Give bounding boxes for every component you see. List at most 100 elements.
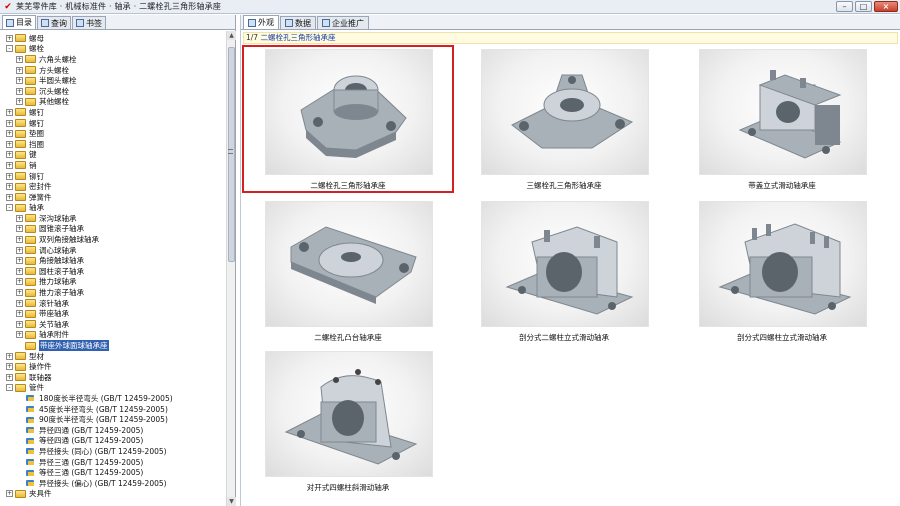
expand-icon[interactable]: + bbox=[6, 140, 13, 148]
tree-item[interactable]: + 圆柱滚子轴承 bbox=[0, 266, 226, 277]
tree-item[interactable]: + 推力球轴承 bbox=[0, 277, 226, 288]
expand-icon[interactable]: + bbox=[16, 55, 23, 63]
tree-scrollbar[interactable]: ▲ ▼ bbox=[226, 31, 236, 506]
expand-icon[interactable]: + bbox=[16, 214, 23, 222]
thumbnail-tile[interactable]: 带盖立式滑动轴承座 bbox=[677, 46, 887, 192]
tree-item[interactable]: + 螺钉 bbox=[0, 107, 226, 118]
expand-icon[interactable]: + bbox=[16, 310, 23, 318]
thumbnail-tile[interactable]: 对开式四螺柱斜滑动轴承 bbox=[243, 348, 453, 494]
expand-icon[interactable]: + bbox=[6, 108, 13, 116]
expand-icon[interactable]: + bbox=[6, 161, 13, 169]
expand-icon[interactable]: + bbox=[16, 299, 23, 307]
tree-item[interactable]: + 六角头螺栓 bbox=[0, 54, 226, 65]
expand-icon[interactable]: + bbox=[16, 87, 23, 95]
expand-icon[interactable]: + bbox=[16, 331, 23, 339]
scroll-down-arrow-icon[interactable]: ▼ bbox=[227, 497, 236, 506]
scroll-up-arrow-icon[interactable]: ▲ bbox=[227, 31, 236, 40]
collapse-icon[interactable]: - bbox=[6, 45, 13, 53]
expand-icon[interactable]: + bbox=[6, 373, 13, 381]
expand-icon[interactable]: + bbox=[6, 363, 13, 371]
tree-item[interactable]: + 螺母 bbox=[0, 33, 226, 44]
tab-search[interactable]: 查询 bbox=[37, 16, 71, 29]
expand-icon[interactable]: + bbox=[6, 34, 13, 42]
tree-item[interactable]: + 深沟球轴承 bbox=[0, 213, 226, 224]
tree-item[interactable]: + 销 bbox=[0, 160, 226, 171]
tree-item[interactable]: 45度长半径弯头 (GB/T 12459-2005) bbox=[0, 404, 226, 415]
thumbnail-tile[interactable]: 剖分式二螺柱立式滑动轴承 bbox=[459, 198, 669, 344]
tree-item[interactable]: 等径四通 (GB/T 12459-2005) bbox=[0, 436, 226, 447]
expand-icon[interactable]: + bbox=[6, 172, 13, 180]
tree-item[interactable]: + 挡圈 bbox=[0, 139, 226, 150]
expand-icon[interactable]: + bbox=[6, 352, 13, 360]
tree-item[interactable]: + 操作件 bbox=[0, 361, 226, 372]
tab-bookmarks[interactable]: 书签 bbox=[72, 16, 106, 29]
tree-item[interactable]: + 滚针轴承 bbox=[0, 298, 226, 309]
expand-icon[interactable]: + bbox=[16, 236, 23, 244]
thumbnail-tile[interactable]: 剖分式四螺柱立式滑动轴承 bbox=[677, 198, 887, 344]
collapse-icon[interactable]: - bbox=[6, 204, 13, 212]
tree-item[interactable]: + 圆锥滚子轴承 bbox=[0, 224, 226, 235]
tree-item[interactable]: 带座外球面球轴承座 bbox=[0, 340, 226, 352]
tree-item[interactable]: + 调心球轴承 bbox=[0, 245, 226, 256]
tab-data[interactable]: 数据 bbox=[280, 16, 316, 29]
tree-item[interactable]: 90度长半径弯头 (GB/T 12459-2005) bbox=[0, 414, 226, 425]
expand-icon[interactable]: + bbox=[6, 130, 13, 138]
expand-icon[interactable]: + bbox=[6, 119, 13, 127]
thumbnail-tile[interactable]: 二螺栓孔三角形轴承座 bbox=[242, 45, 454, 193]
tree-item[interactable]: - 螺栓 bbox=[0, 44, 226, 55]
thumbnail-tile[interactable]: 二螺栓孔凸台轴承座 bbox=[243, 198, 453, 344]
tree-item[interactable]: 异径四通 (GB/T 12459-2005) bbox=[0, 425, 226, 436]
part-icon bbox=[25, 469, 36, 477]
expand-icon[interactable]: + bbox=[16, 66, 23, 74]
expand-icon[interactable]: + bbox=[16, 246, 23, 254]
tree-item[interactable]: + 半圆头螺栓 bbox=[0, 75, 226, 86]
minimize-button[interactable]: – bbox=[836, 1, 853, 12]
breadcrumb-link[interactable]: 二螺栓孔三角形轴承座 bbox=[260, 33, 335, 42]
expand-icon[interactable]: + bbox=[16, 320, 23, 328]
tree-item[interactable]: + 双列角接触球轴承 bbox=[0, 234, 226, 245]
expand-icon[interactable]: + bbox=[6, 183, 13, 191]
tree-item[interactable]: + 其他螺栓 bbox=[0, 97, 226, 108]
tree-item[interactable]: + 垫圈 bbox=[0, 128, 226, 139]
tree-item[interactable]: 180度长半径弯头 (GB/T 12459-2005) bbox=[0, 393, 226, 404]
tree-item[interactable]: 等径三通 (GB/T 12459-2005) bbox=[0, 467, 226, 478]
tree-item[interactable]: + 关节轴承 bbox=[0, 319, 226, 330]
tree-item[interactable]: 异径接头 (偏心) (GB/T 12459-2005) bbox=[0, 478, 226, 489]
expand-icon[interactable]: + bbox=[6, 490, 13, 498]
expand-icon[interactable]: + bbox=[16, 225, 23, 233]
expand-icon[interactable]: + bbox=[16, 267, 23, 275]
tree-item[interactable]: + 带座轴承 bbox=[0, 308, 226, 319]
tree-item[interactable]: + 弹簧件 bbox=[0, 192, 226, 203]
tree-item[interactable]: + 轴承附件 bbox=[0, 330, 226, 341]
scroll-thumb[interactable] bbox=[228, 47, 235, 262]
expand-icon[interactable]: + bbox=[16, 77, 23, 85]
expand-icon[interactable]: + bbox=[16, 289, 23, 297]
collapse-icon[interactable]: - bbox=[6, 384, 13, 392]
expand-icon[interactable]: + bbox=[6, 151, 13, 159]
tab-appearance[interactable]: 外观 bbox=[243, 15, 279, 29]
tree-item[interactable]: + 螺钉 bbox=[0, 118, 226, 129]
tree-item[interactable]: + 联轴器 bbox=[0, 372, 226, 383]
tree-item[interactable]: + 方头螺栓 bbox=[0, 65, 226, 76]
tree-item[interactable]: + 键 bbox=[0, 150, 226, 161]
expand-icon[interactable]: + bbox=[6, 193, 13, 201]
tree-item[interactable]: + 型材 bbox=[0, 351, 226, 362]
expand-icon[interactable]: + bbox=[16, 257, 23, 265]
close-button[interactable]: × bbox=[874, 1, 898, 12]
tree-item[interactable]: 异径接头 (同心) (GB/T 12459-2005) bbox=[0, 446, 226, 457]
tree-item[interactable]: + 铆钉 bbox=[0, 171, 226, 182]
thumbnail-tile[interactable]: 三螺栓孔三角形轴承座 bbox=[459, 46, 669, 192]
tree-item[interactable]: + 推力滚子轴承 bbox=[0, 287, 226, 298]
tree-item[interactable]: + 夹具件 bbox=[0, 489, 226, 500]
tree-item[interactable]: - 管件 bbox=[0, 383, 226, 394]
tree-item[interactable]: - 轴承 bbox=[0, 203, 226, 214]
maximize-button[interactable]: □ bbox=[855, 1, 872, 12]
tree-item[interactable]: 异径三通 (GB/T 12459-2005) bbox=[0, 457, 226, 468]
tree-item[interactable]: + 密封件 bbox=[0, 181, 226, 192]
tree-item[interactable]: + 沉头螺栓 bbox=[0, 86, 226, 97]
tree-item[interactable]: + 角接触球轴承 bbox=[0, 255, 226, 266]
expand-icon[interactable]: + bbox=[16, 98, 23, 106]
expand-icon[interactable]: + bbox=[16, 278, 23, 286]
tab-promotion[interactable]: 企业推广 bbox=[317, 16, 369, 29]
tab-catalog[interactable]: 目录 bbox=[2, 15, 36, 29]
